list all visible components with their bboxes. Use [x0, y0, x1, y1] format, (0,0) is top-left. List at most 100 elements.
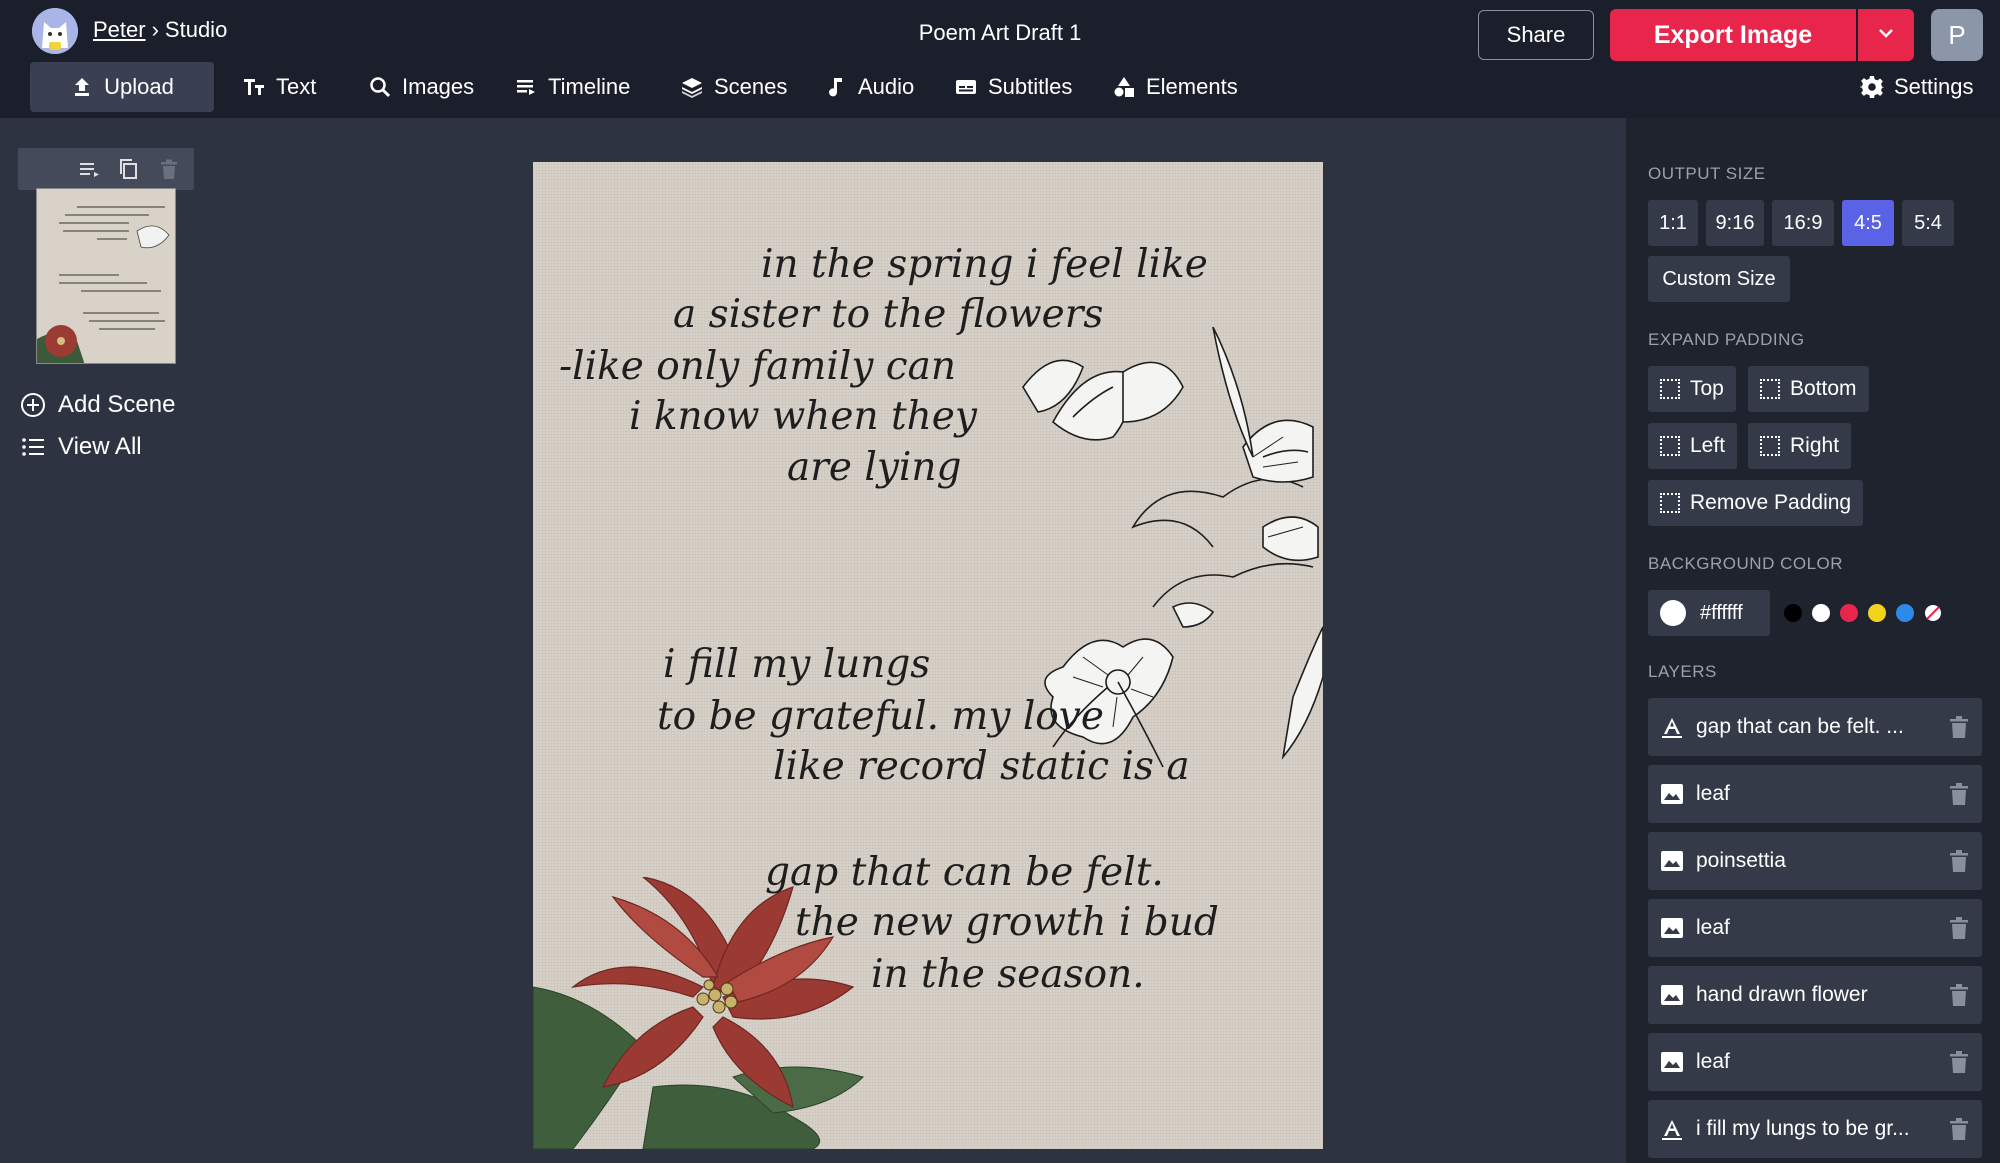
toolbar-scenes[interactable]: Scenes — [666, 62, 801, 112]
toolbar-elements-label: Elements — [1146, 74, 1238, 99]
trash-icon[interactable] — [158, 158, 180, 180]
layer-name: leaf — [1696, 782, 1730, 805]
scene-menu-icon[interactable] — [78, 158, 100, 180]
view-all-button[interactable]: View All — [20, 433, 142, 461]
layer-name: i fill my lungs to be gr... — [1696, 1117, 1910, 1140]
profile-avatar[interactable]: P — [1931, 9, 1983, 61]
dotted-box-icon — [1760, 436, 1780, 456]
timeline-icon — [517, 80, 535, 95]
toolbar-upload[interactable]: Upload — [30, 62, 214, 112]
text-icon — [244, 79, 264, 95]
remove-padding-label: Remove Padding — [1690, 491, 1852, 514]
poem-line-4[interactable]: i know when they — [629, 394, 977, 439]
size-5-4-button[interactable]: 5:4 — [1902, 200, 1954, 246]
current-color-swatch — [1660, 600, 1686, 626]
poem-line-1[interactable]: in the spring i feel like — [761, 242, 1208, 287]
toolbar-text[interactable]: Text — [228, 62, 330, 112]
toolbar-settings[interactable]: Settings — [1846, 62, 1988, 112]
poem-line-11[interactable]: in the season. — [871, 952, 1145, 997]
poem-line-10[interactable]: the new growth i bud — [795, 900, 1219, 945]
swatch-black[interactable] — [1784, 604, 1802, 622]
custom-size-button[interactable]: Custom Size — [1648, 256, 1790, 302]
layer-item[interactable]: leaf — [1648, 765, 1982, 823]
duplicate-icon[interactable] — [118, 158, 140, 180]
toolbar-settings-label: Settings — [1894, 74, 1974, 99]
poem-line-2[interactable]: a sister to the flowers — [673, 292, 1103, 337]
trash-icon[interactable] — [1948, 1050, 1970, 1074]
padding-left-button[interactable]: Left — [1648, 423, 1738, 469]
dotted-box-icon — [1660, 493, 1680, 513]
padding-right-button[interactable]: Right — [1748, 423, 1852, 469]
export-image-button[interactable]: Export Image — [1610, 9, 1856, 61]
trash-icon[interactable] — [1948, 1117, 1970, 1141]
background-color-label: BACKGROUND COLOR — [1648, 554, 1844, 573]
scene-thumbnail[interactable] — [36, 188, 176, 364]
swatch-white[interactable] — [1812, 604, 1830, 622]
breadcrumb-section: Studio — [164, 17, 228, 42]
layer-name: hand drawn flower — [1696, 983, 1868, 1006]
padding-top-label: Top — [1690, 377, 1724, 400]
trash-icon[interactable] — [1948, 849, 1970, 873]
layer-item[interactable]: leaf — [1648, 1033, 1982, 1091]
image-layer-icon — [1661, 784, 1683, 804]
toolbar-images[interactable]: Images — [354, 62, 488, 112]
poem-line-9[interactable]: gap that can be felt. — [765, 850, 1164, 895]
background-color-picker[interactable]: #ffffff — [1648, 590, 1770, 636]
poem-line-3[interactable]: -like only family can — [559, 344, 956, 389]
trash-icon[interactable] — [1948, 983, 1970, 1007]
layer-item[interactable]: gap that can be felt. ... — [1648, 698, 1982, 756]
padding-top-button[interactable]: Top — [1648, 366, 1736, 412]
expand-padding-label: EXPAND PADDING — [1648, 330, 1805, 349]
trash-icon[interactable] — [1948, 916, 1970, 940]
design-canvas[interactable]: in the spring i feel like a sister to th… — [533, 162, 1323, 1149]
layers-icon — [682, 78, 702, 98]
layer-item[interactable]: poinsettia — [1648, 832, 1982, 890]
cat-logo-icon[interactable] — [32, 8, 78, 54]
list-icon — [22, 438, 44, 456]
size-9-16-button[interactable]: 9:16 — [1706, 200, 1764, 246]
trash-icon[interactable] — [1948, 782, 1970, 806]
poem-line-5[interactable]: are lying — [787, 445, 961, 490]
layer-item[interactable]: i fill my lungs to be gr... — [1648, 1100, 1982, 1158]
shapes-icon — [1114, 77, 1134, 97]
toolbar-audio[interactable]: Audio — [810, 62, 928, 112]
image-layer-icon — [1661, 985, 1683, 1005]
output-size-label: OUTPUT SIZE — [1648, 164, 1766, 183]
toolbar-timeline[interactable]: Timeline — [500, 62, 644, 112]
layer-name: leaf — [1696, 1050, 1730, 1073]
size-16-9-button[interactable]: 16:9 — [1772, 200, 1834, 246]
view-all-label: View All — [58, 433, 142, 460]
poem-line-6[interactable]: i fill my lungs — [663, 642, 930, 687]
image-layer-icon — [1661, 1052, 1683, 1072]
toolbar-subtitles[interactable]: Subtitles — [940, 62, 1086, 112]
size-1-1-button[interactable]: 1:1 — [1648, 200, 1698, 246]
export-options-button[interactable] — [1858, 9, 1914, 61]
document-title[interactable]: Poem Art Draft 1 — [919, 20, 1082, 45]
layer-item[interactable]: leaf — [1648, 899, 1982, 957]
breadcrumb-user-link[interactable]: Peter — [93, 17, 146, 42]
toolbar-images-label: Images — [402, 74, 475, 99]
padding-right-label: Right — [1790, 434, 1840, 457]
swatch-yellow[interactable] — [1868, 604, 1886, 622]
poem-line-8[interactable]: like record static is a — [773, 744, 1190, 789]
search-icon — [370, 77, 391, 98]
image-layer-icon — [1661, 851, 1683, 871]
layers-label: LAYERS — [1648, 662, 1717, 681]
plus-circle-icon — [21, 393, 45, 417]
toolbar-elements[interactable]: Elements — [1098, 62, 1252, 112]
swatch-red[interactable] — [1840, 604, 1858, 622]
trash-icon[interactable] — [1948, 715, 1970, 739]
padding-bottom-button[interactable]: Bottom — [1748, 366, 1869, 412]
share-button[interactable]: Share — [1478, 10, 1594, 60]
gear-icon — [1860, 76, 1884, 98]
size-4-5-button[interactable]: 4:5 — [1842, 200, 1894, 246]
swatch-blue[interactable] — [1896, 604, 1914, 622]
layer-item[interactable]: hand drawn flower — [1648, 966, 1982, 1024]
poem-line-7[interactable]: to be grateful. my love — [657, 694, 1104, 739]
toolbar-scenes-label: Scenes — [714, 74, 788, 99]
chevron-down-icon — [1879, 28, 1893, 38]
add-scene-button[interactable]: Add Scene — [20, 391, 175, 419]
no-color-icon[interactable] — [1924, 604, 1942, 622]
remove-padding-button[interactable]: Remove Padding — [1648, 480, 1864, 526]
dotted-box-icon — [1760, 379, 1780, 399]
